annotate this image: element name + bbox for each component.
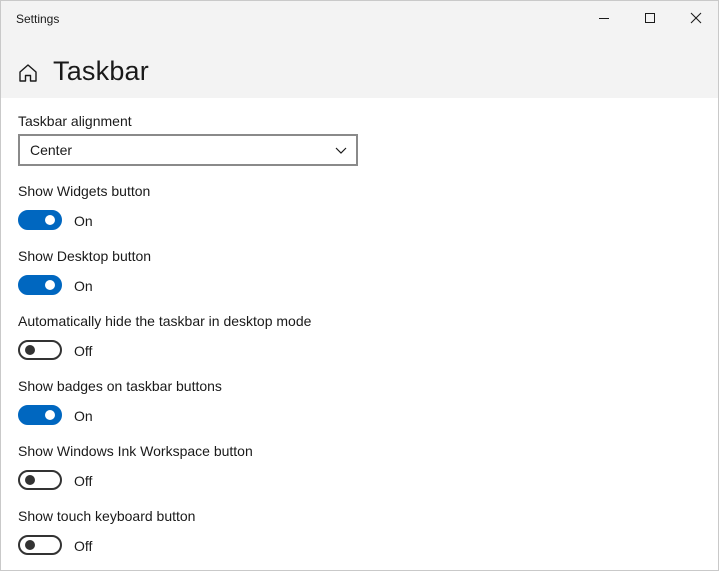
desktop-state: On: [74, 278, 93, 294]
badges-state: On: [74, 408, 93, 424]
badges-toggle[interactable]: [18, 405, 62, 425]
ink-workspace-label: Show Windows Ink Workspace button: [18, 443, 253, 459]
touch-keyboard-state: Off: [74, 538, 93, 554]
ink-workspace-state: Off: [74, 473, 93, 489]
home-icon: [19, 64, 37, 82]
widgets-label: Show Widgets button: [18, 183, 151, 199]
toggle-knob: [45, 410, 55, 420]
toggle-knob: [25, 345, 35, 355]
desktop-label: Show Desktop button: [18, 248, 152, 264]
page-title: Taskbar: [53, 56, 149, 86]
alignment-value: Center: [30, 142, 73, 158]
widgets-toggle[interactable]: [18, 210, 62, 230]
autohide-toggle[interactable]: [18, 340, 62, 360]
ink-workspace-toggle[interactable]: [18, 470, 62, 490]
minimize-button[interactable]: [581, 1, 627, 35]
window-title: Settings: [16, 12, 60, 26]
settings-window: Settings Taskbar Taskbar alignment Cente…: [0, 0, 719, 571]
alignment-label: Taskbar alignment: [18, 113, 132, 129]
toggle-knob: [45, 215, 55, 225]
toggle-knob: [25, 475, 35, 485]
page-header: Taskbar: [1, 37, 718, 98]
minimize-icon: [599, 18, 609, 19]
autohide-state: Off: [74, 343, 93, 359]
desktop-toggle[interactable]: [18, 275, 62, 295]
close-icon: [690, 12, 702, 24]
widgets-state: On: [74, 213, 93, 229]
close-button[interactable]: [673, 1, 718, 35]
maximize-icon: [645, 13, 655, 23]
maximize-button[interactable]: [627, 1, 673, 35]
chevron-down-icon: [335, 147, 347, 154]
touch-keyboard-toggle[interactable]: [18, 535, 62, 555]
autohide-label: Automatically hide the taskbar in deskto…: [18, 313, 312, 329]
touch-keyboard-label: Show touch keyboard button: [18, 508, 196, 524]
toggle-knob: [45, 280, 55, 290]
badges-label: Show badges on taskbar buttons: [18, 378, 222, 394]
home-button[interactable]: [15, 60, 41, 86]
toggle-knob: [25, 540, 35, 550]
settings-content: Taskbar alignment Center Show Widgets bu…: [1, 98, 718, 570]
title-bar[interactable]: Settings: [1, 1, 718, 37]
alignment-dropdown[interactable]: Center: [18, 134, 358, 166]
